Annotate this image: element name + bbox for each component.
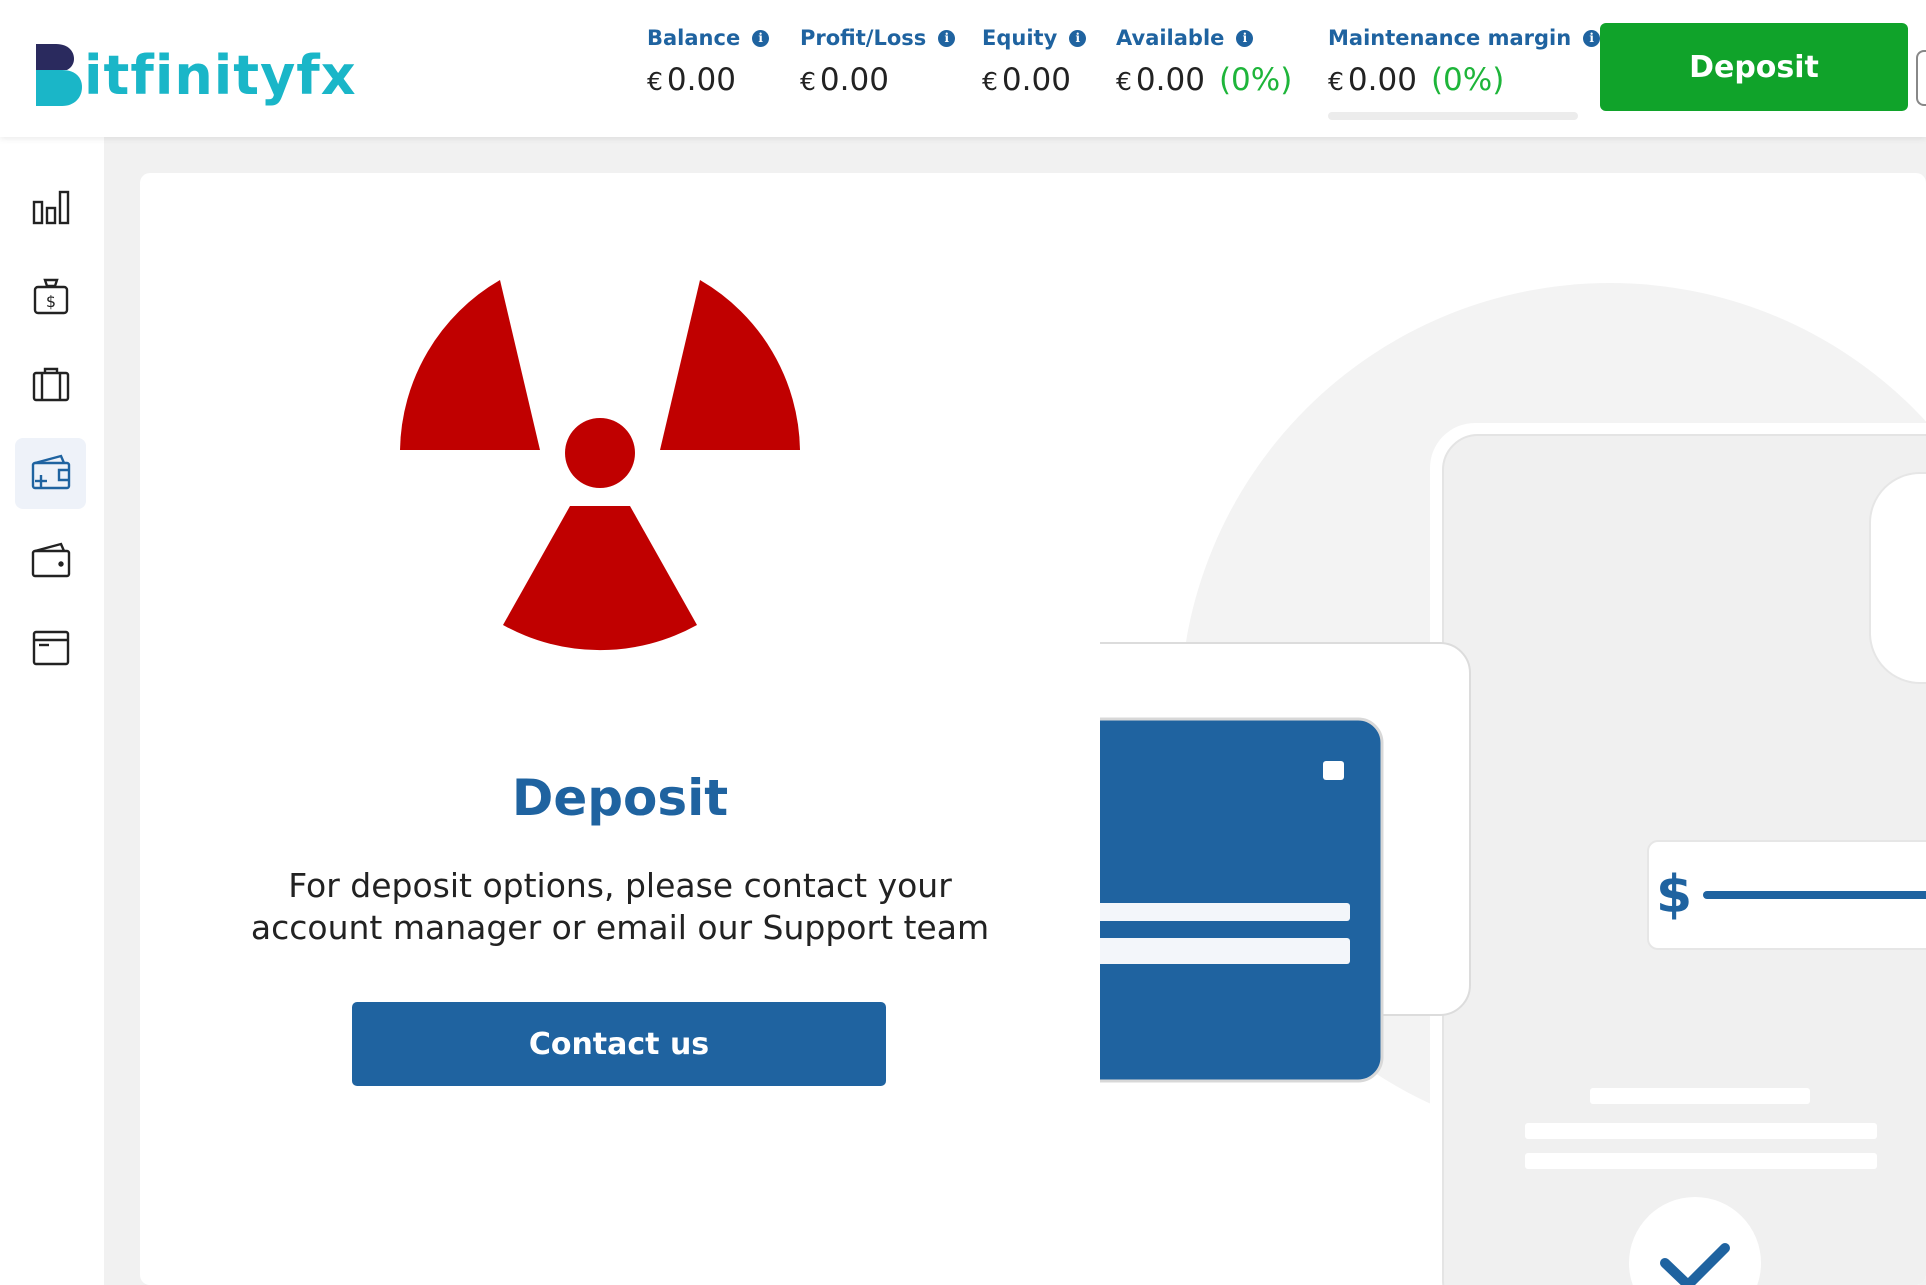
sidebar-item-deposit[interactable] <box>15 438 86 509</box>
currency-symbol: € <box>1328 67 1344 96</box>
stat-label: Balance <box>647 26 741 50</box>
sidebar-item-portfolio[interactable] <box>15 350 86 421</box>
page-title: Deposit <box>511 769 729 827</box>
stat-value: 0.00 <box>1001 62 1071 98</box>
stat-available: Available i €0.00 (0%) <box>1116 26 1292 98</box>
deposit-panel: Deposit For deposit options, please cont… <box>140 173 1100 1285</box>
header-overflow-control[interactable] <box>1916 50 1926 106</box>
info-icon[interactable]: i <box>1583 29 1601 47</box>
briefcase-icon <box>32 366 70 406</box>
logo-mark-icon <box>34 42 82 108</box>
info-icon[interactable]: i <box>752 29 770 47</box>
radiation-warning-icon <box>390 253 810 657</box>
info-icon[interactable]: i <box>1069 29 1087 47</box>
stat-label: Maintenance margin <box>1328 26 1572 50</box>
money-bag-icon: $ <box>32 277 70 319</box>
currency-symbol: € <box>647 67 663 96</box>
sidebar-item-reports[interactable] <box>15 614 86 685</box>
wallet-icon <box>31 541 71 583</box>
top-header: itfinityfx Balance i €0.00 Profit/Loss i €… <box>0 0 1926 137</box>
stat-value: 0.00 <box>1347 62 1417 98</box>
bar-chart-icon <box>32 189 70 229</box>
deposit-description: For deposit options, please contact your… <box>140 865 1100 949</box>
deposit-card: Deposit For deposit options, please cont… <box>140 173 1926 1285</box>
dollar-icon: $ <box>1656 865 1693 925</box>
stat-profit-loss: Profit/Loss i €0.00 <box>800 26 956 98</box>
currency-symbol: € <box>1116 67 1132 96</box>
stat-balance: Balance i €0.00 <box>647 26 770 98</box>
svg-text:$: $ <box>45 292 55 311</box>
info-icon[interactable]: i <box>938 29 956 47</box>
stat-label: Profit/Loss <box>800 26 927 50</box>
document-icon <box>32 630 70 670</box>
deposit-illustration: $ <box>1058 173 1926 1285</box>
stat-value: 0.00 <box>1135 62 1205 98</box>
stat-label: Available <box>1116 26 1225 50</box>
description-line: For deposit options, please contact your <box>288 866 952 905</box>
logo-text: itfinityfx <box>84 44 357 107</box>
sidebar-item-markets[interactable] <box>15 173 86 244</box>
stat-equity: Equity i €0.00 <box>982 26 1087 98</box>
header-deposit-button[interactable]: Deposit <box>1600 23 1908 111</box>
currency-symbol: € <box>800 67 816 96</box>
sidebar-item-wallet[interactable] <box>15 526 86 597</box>
margin-progress-bar <box>1328 112 1578 120</box>
stat-percent: (0%) <box>1218 62 1293 98</box>
stat-maintenance-margin: Maintenance margin i €0.00 (0%) <box>1328 26 1601 120</box>
contact-us-button[interactable]: Contact us <box>352 1002 886 1086</box>
brand-logo[interactable]: itfinityfx <box>34 30 357 108</box>
stat-label: Equity <box>982 26 1058 50</box>
currency-symbol: € <box>982 67 998 96</box>
info-icon[interactable]: i <box>1236 29 1254 47</box>
stat-value: 0.00 <box>666 62 736 98</box>
wallet-add-icon <box>31 453 71 495</box>
stat-percent: (0%) <box>1430 62 1505 98</box>
sidebar-item-funds[interactable]: $ <box>15 262 86 333</box>
stat-value: 0.00 <box>819 62 889 98</box>
description-line: account manager or email our Support tea… <box>250 908 990 947</box>
